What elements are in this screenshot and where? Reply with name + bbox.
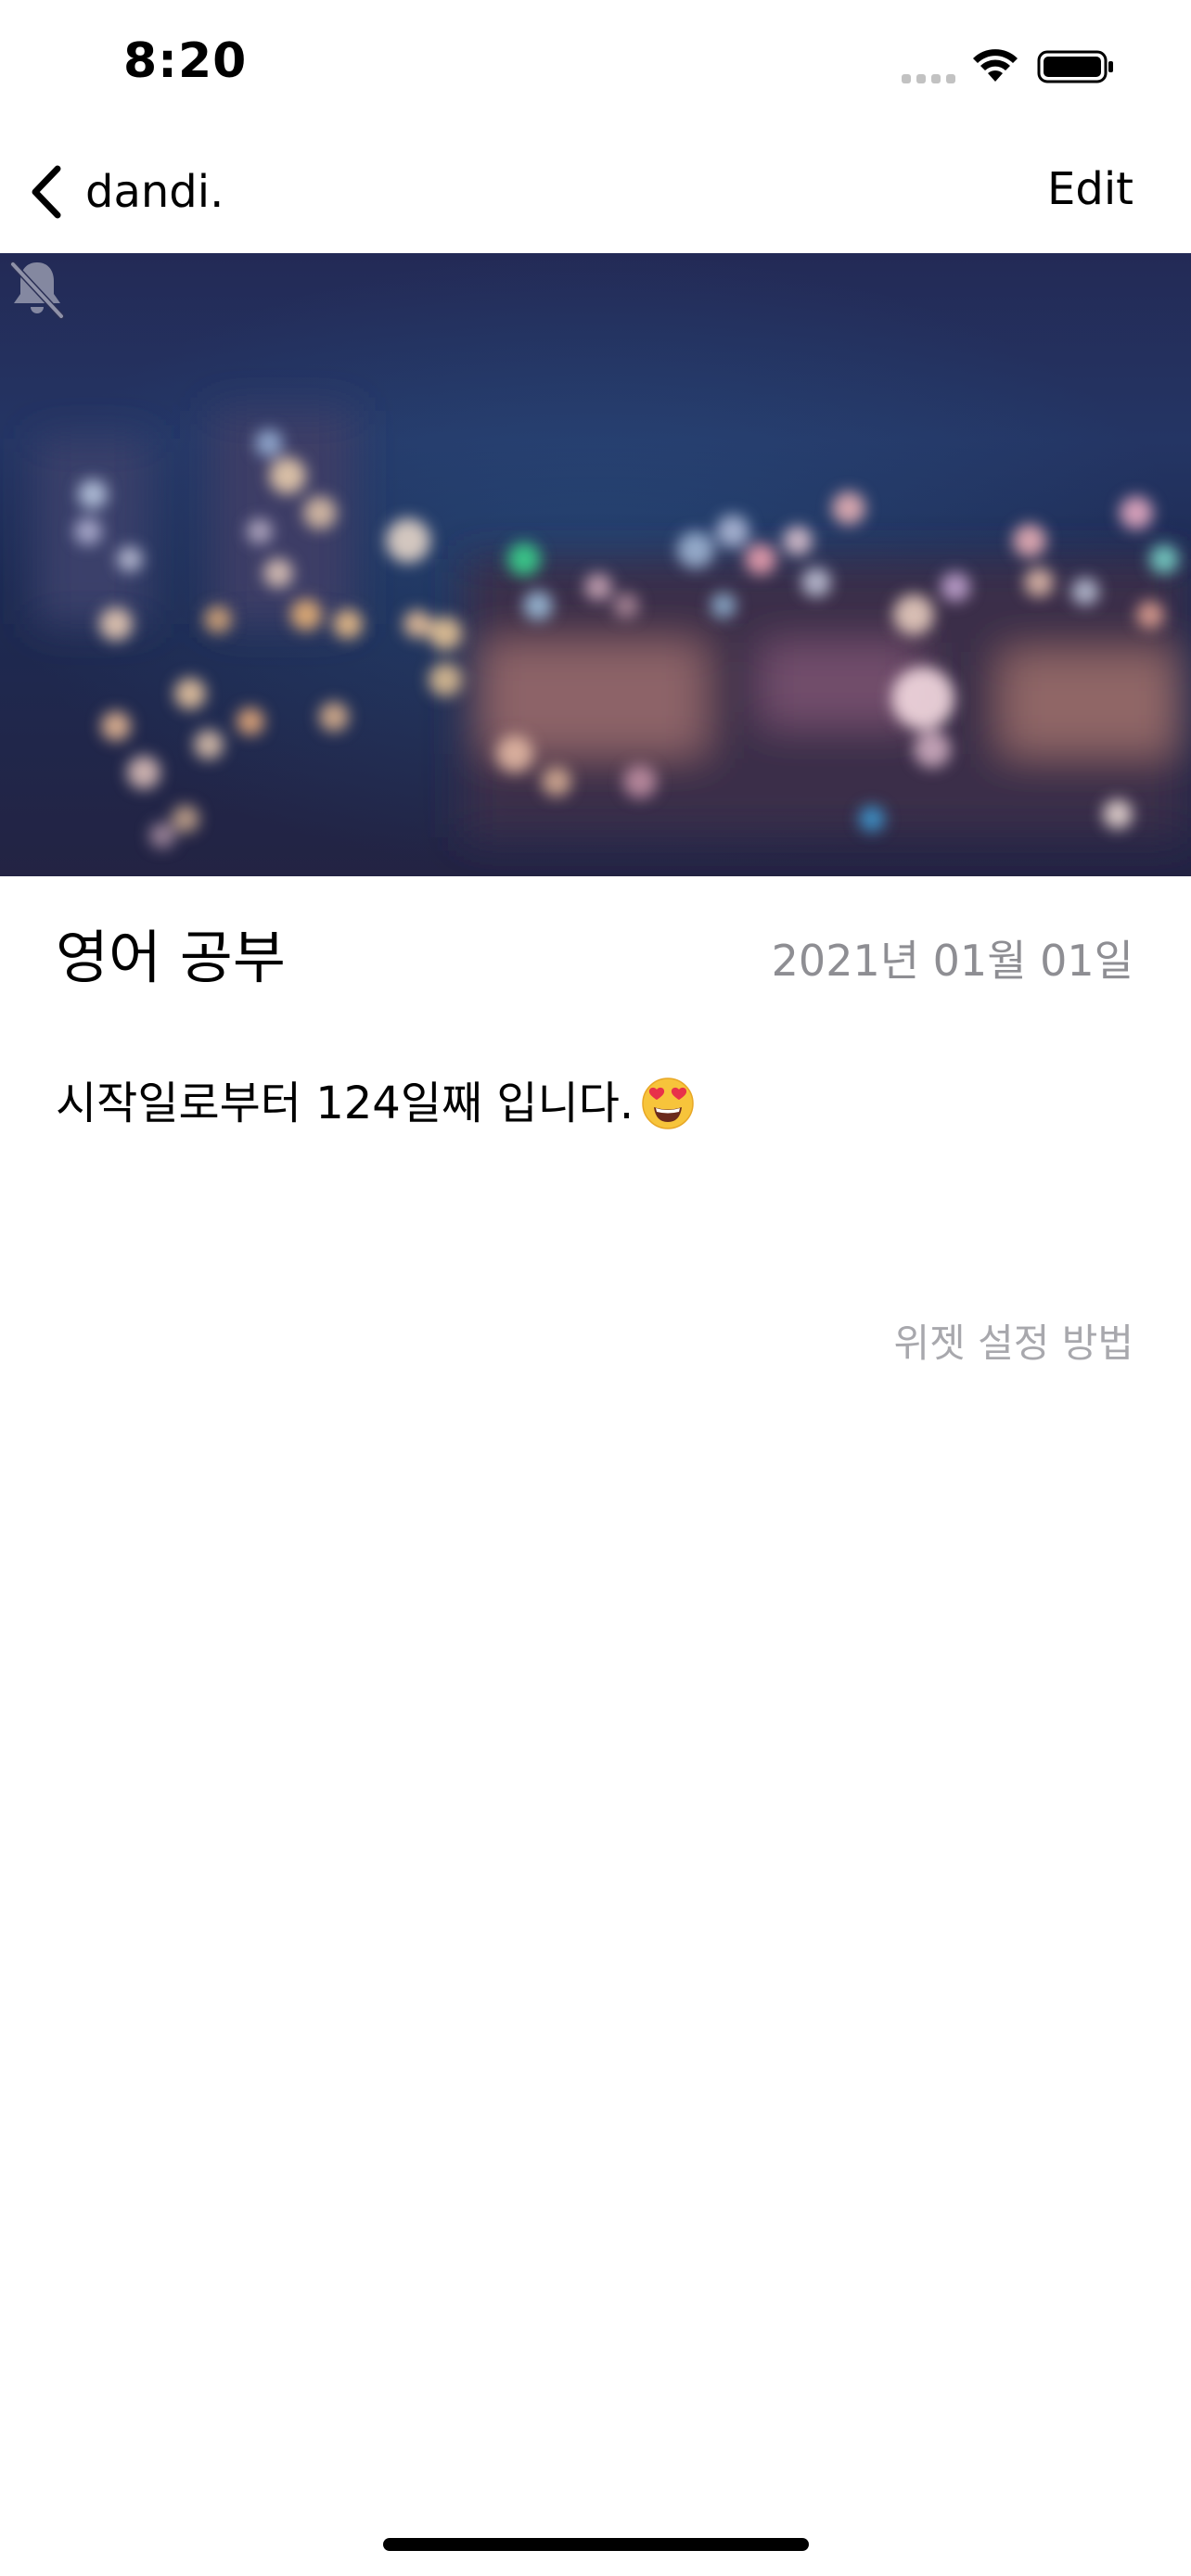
dday-count-text: 시작일로부터 124일째 입니다. — [56, 1078, 634, 1129]
dday-count-line: 시작일로부터 124일째 입니다. — [56, 1071, 695, 1136]
chevron-left-icon — [32, 165, 61, 219]
back-button[interactable]: dandi. — [28, 158, 224, 226]
background-image — [0, 253, 1191, 876]
heart-eyes-emoji-icon — [642, 1078, 694, 1129]
city-bokeh-picture — [0, 253, 1191, 876]
cellular-signal-icon — [902, 74, 957, 83]
navigation-bar: dandi. Edit — [0, 130, 1191, 253]
status-bar: 8:20 — [0, 0, 1191, 130]
battery-icon — [1037, 50, 1113, 83]
wifi-icon — [973, 49, 1018, 82]
bell-slash-icon[interactable] — [0, 253, 74, 327]
dday-title: 영어 공부 — [56, 924, 286, 991]
widget-settings-help-link[interactable]: 위젯 설정 방법 — [893, 1315, 1133, 1372]
back-button-label: dandi. — [85, 166, 224, 218]
edit-button[interactable]: Edit — [1047, 163, 1133, 215]
start-date: 2021년 01월 01일 — [771, 936, 1133, 986]
status-time: 8:20 — [123, 33, 248, 89]
home-indicator[interactable] — [383, 2538, 809, 2551]
